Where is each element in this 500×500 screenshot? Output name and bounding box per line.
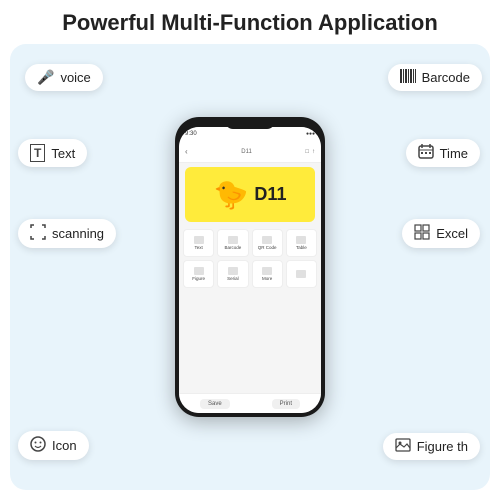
badge-figure[interactable]: Figure th xyxy=(383,433,480,460)
text-icon: T xyxy=(30,144,45,162)
image-icon xyxy=(395,438,411,455)
grid-cell-extra[interactable] xyxy=(286,260,317,288)
phone-nav-bar: ‹ D11 □ ↑ xyxy=(179,141,321,163)
grid-cell-table[interactable]: Table xyxy=(286,229,317,257)
nav-icons: □ ↑ xyxy=(305,149,315,155)
grid-serial-label: Serial xyxy=(227,276,239,281)
badge-text-label: Text xyxy=(51,146,75,161)
badge-voice-label: voice xyxy=(60,70,90,85)
grid-qr-label: QR Code xyxy=(258,245,277,250)
badge-icon-label: Icon xyxy=(52,438,77,453)
phone-mockup: 9:30 ●●● ‹ D11 □ ↑ 🐤 D11 xyxy=(175,117,325,417)
label-text: D11 xyxy=(254,184,286,205)
grid-text-icon xyxy=(194,236,204,244)
label-preview: 🐤 D11 xyxy=(185,167,315,222)
badge-time-label: Time xyxy=(440,146,468,161)
badge-scanning[interactable]: scanning xyxy=(18,219,116,248)
badge-barcode[interactable]: Barcode xyxy=(388,64,482,91)
grid-figure-icon xyxy=(194,267,204,275)
badge-time[interactable]: Time xyxy=(406,139,480,167)
badge-text[interactable]: T Text xyxy=(18,139,87,167)
calendar-icon xyxy=(418,144,434,162)
badge-icon[interactable]: Icon xyxy=(18,431,89,460)
badge-figure-label: Figure th xyxy=(417,439,468,454)
grid-barcode-label: Barcode xyxy=(224,245,241,250)
status-time: 9:30 xyxy=(185,131,197,137)
phone-bottom-bar: Save Print xyxy=(179,393,321,413)
grid-cell-figure[interactable]: Figure xyxy=(183,260,214,288)
badge-excel[interactable]: Excel xyxy=(402,219,480,248)
grid-more-label: More xyxy=(262,276,272,281)
main-container: Powerful Multi-Function Application 🎤 vo… xyxy=(0,0,500,500)
phone-status-bar: 9:30 ●●● xyxy=(179,127,321,141)
status-icons: ●●● xyxy=(306,131,315,137)
grid-extra-icon xyxy=(296,270,306,278)
grid-row-1: Text Barcode QR Code Table xyxy=(183,229,317,257)
scan-icon xyxy=(30,224,46,243)
save-button[interactable]: Save xyxy=(200,399,230,409)
feature-grid: Text Barcode QR Code Table xyxy=(179,226,321,393)
page-title: Powerful Multi-Function Application xyxy=(10,10,490,36)
grid-qr-icon xyxy=(262,236,272,244)
print-button[interactable]: Print xyxy=(272,399,300,409)
nav-copy-icon[interactable]: □ xyxy=(305,149,309,155)
grid-table-label: Table xyxy=(296,245,307,250)
grid-text-label: Text xyxy=(194,245,202,250)
microphone-icon: 🎤 xyxy=(37,69,54,86)
grid-more-icon xyxy=(262,267,272,275)
grid-figure-label: Figure xyxy=(192,276,205,281)
grid-cell-qr[interactable]: QR Code xyxy=(252,229,283,257)
smiley-icon xyxy=(30,436,46,455)
grid-row-2: Figure Serial More xyxy=(183,260,317,288)
nav-title: D11 xyxy=(241,149,252,155)
badge-scanning-label: scanning xyxy=(52,226,104,241)
grid-cell-more[interactable]: More xyxy=(252,260,283,288)
nav-share-icon[interactable]: ↑ xyxy=(312,149,315,155)
badge-voice[interactable]: 🎤 voice xyxy=(25,64,103,91)
grid-table-icon xyxy=(296,236,306,244)
badge-barcode-label: Barcode xyxy=(422,70,470,85)
phone-notch xyxy=(225,117,275,129)
duck-image: 🐤 xyxy=(214,178,249,211)
grid-icon xyxy=(414,224,430,243)
nav-back[interactable]: ‹ xyxy=(185,147,188,156)
grid-cell-text[interactable]: Text xyxy=(183,229,214,257)
badge-excel-label: Excel xyxy=(436,226,468,241)
feature-area: 🎤 voice Barcode T Text xyxy=(10,44,490,490)
phone-screen: 9:30 ●●● ‹ D11 □ ↑ 🐤 D11 xyxy=(179,127,321,413)
grid-cell-barcode[interactable]: Barcode xyxy=(217,229,248,257)
grid-cell-serial[interactable]: Serial xyxy=(217,260,248,288)
grid-serial-icon xyxy=(228,267,238,275)
barcode-icon xyxy=(400,69,416,86)
grid-barcode-icon xyxy=(228,236,238,244)
